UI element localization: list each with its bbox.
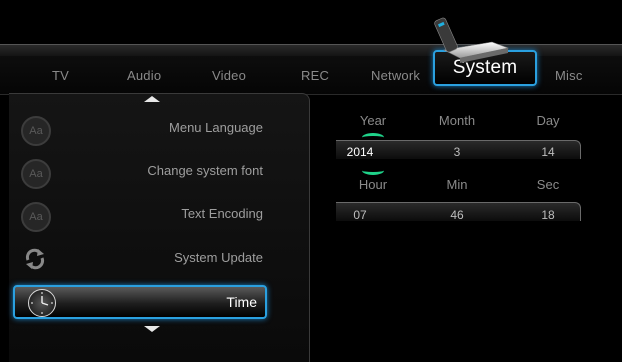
tab-rec[interactable]: REC <box>301 68 329 83</box>
menu-item-label: Change system font <box>147 163 263 178</box>
font-icon: Aa <box>21 159 51 189</box>
font-icon: Aa <box>21 202 51 232</box>
tab-tv[interactable]: TV <box>52 68 69 83</box>
tab-video[interactable]: Video <box>212 68 246 83</box>
menu-item-label: Text Encoding <box>181 206 263 221</box>
min-header: Min <box>446 177 468 192</box>
year-field[interactable]: 2014 <box>340 145 380 159</box>
media-player-device-icon <box>434 17 510 63</box>
tab-network[interactable]: Network <box>371 68 420 83</box>
month-header: Month <box>438 113 476 128</box>
day-field[interactable]: 14 <box>518 145 578 159</box>
hour-header: Hour <box>358 177 388 192</box>
menu-item-label: Time <box>226 294 257 310</box>
menu-item-menu-language[interactable]: Aa Menu Language <box>9 112 309 150</box>
scroll-up-arrow-icon[interactable] <box>144 96 160 102</box>
sec-field[interactable]: 18 <box>518 208 578 222</box>
clock-icon <box>28 289 56 317</box>
menu-item-text-encoding[interactable]: Aa Text Encoding <box>9 198 309 236</box>
menu-item-time[interactable]: Time <box>13 285 267 319</box>
tab-misc[interactable]: Misc <box>555 68 583 83</box>
menu-item-label: Menu Language <box>169 120 263 135</box>
tab-audio[interactable]: Audio <box>127 68 161 83</box>
scroll-down-arrow-icon[interactable] <box>144 326 160 332</box>
year-header: Year <box>359 113 387 128</box>
focus-down-indicator-icon <box>362 166 384 175</box>
sec-header: Sec <box>536 177 560 192</box>
min-field[interactable]: 46 <box>427 208 487 222</box>
day-header: Day <box>536 113 560 128</box>
hour-field[interactable]: 07 <box>340 208 380 222</box>
menu-item-label: System Update <box>174 250 263 265</box>
font-icon: Aa <box>21 116 51 146</box>
refresh-icon <box>25 248 45 270</box>
month-field[interactable]: 3 <box>427 145 487 159</box>
menu-item-system-update[interactable]: System Update <box>9 242 309 280</box>
menu-item-change-system-font[interactable]: Aa Change system font <box>9 155 309 193</box>
